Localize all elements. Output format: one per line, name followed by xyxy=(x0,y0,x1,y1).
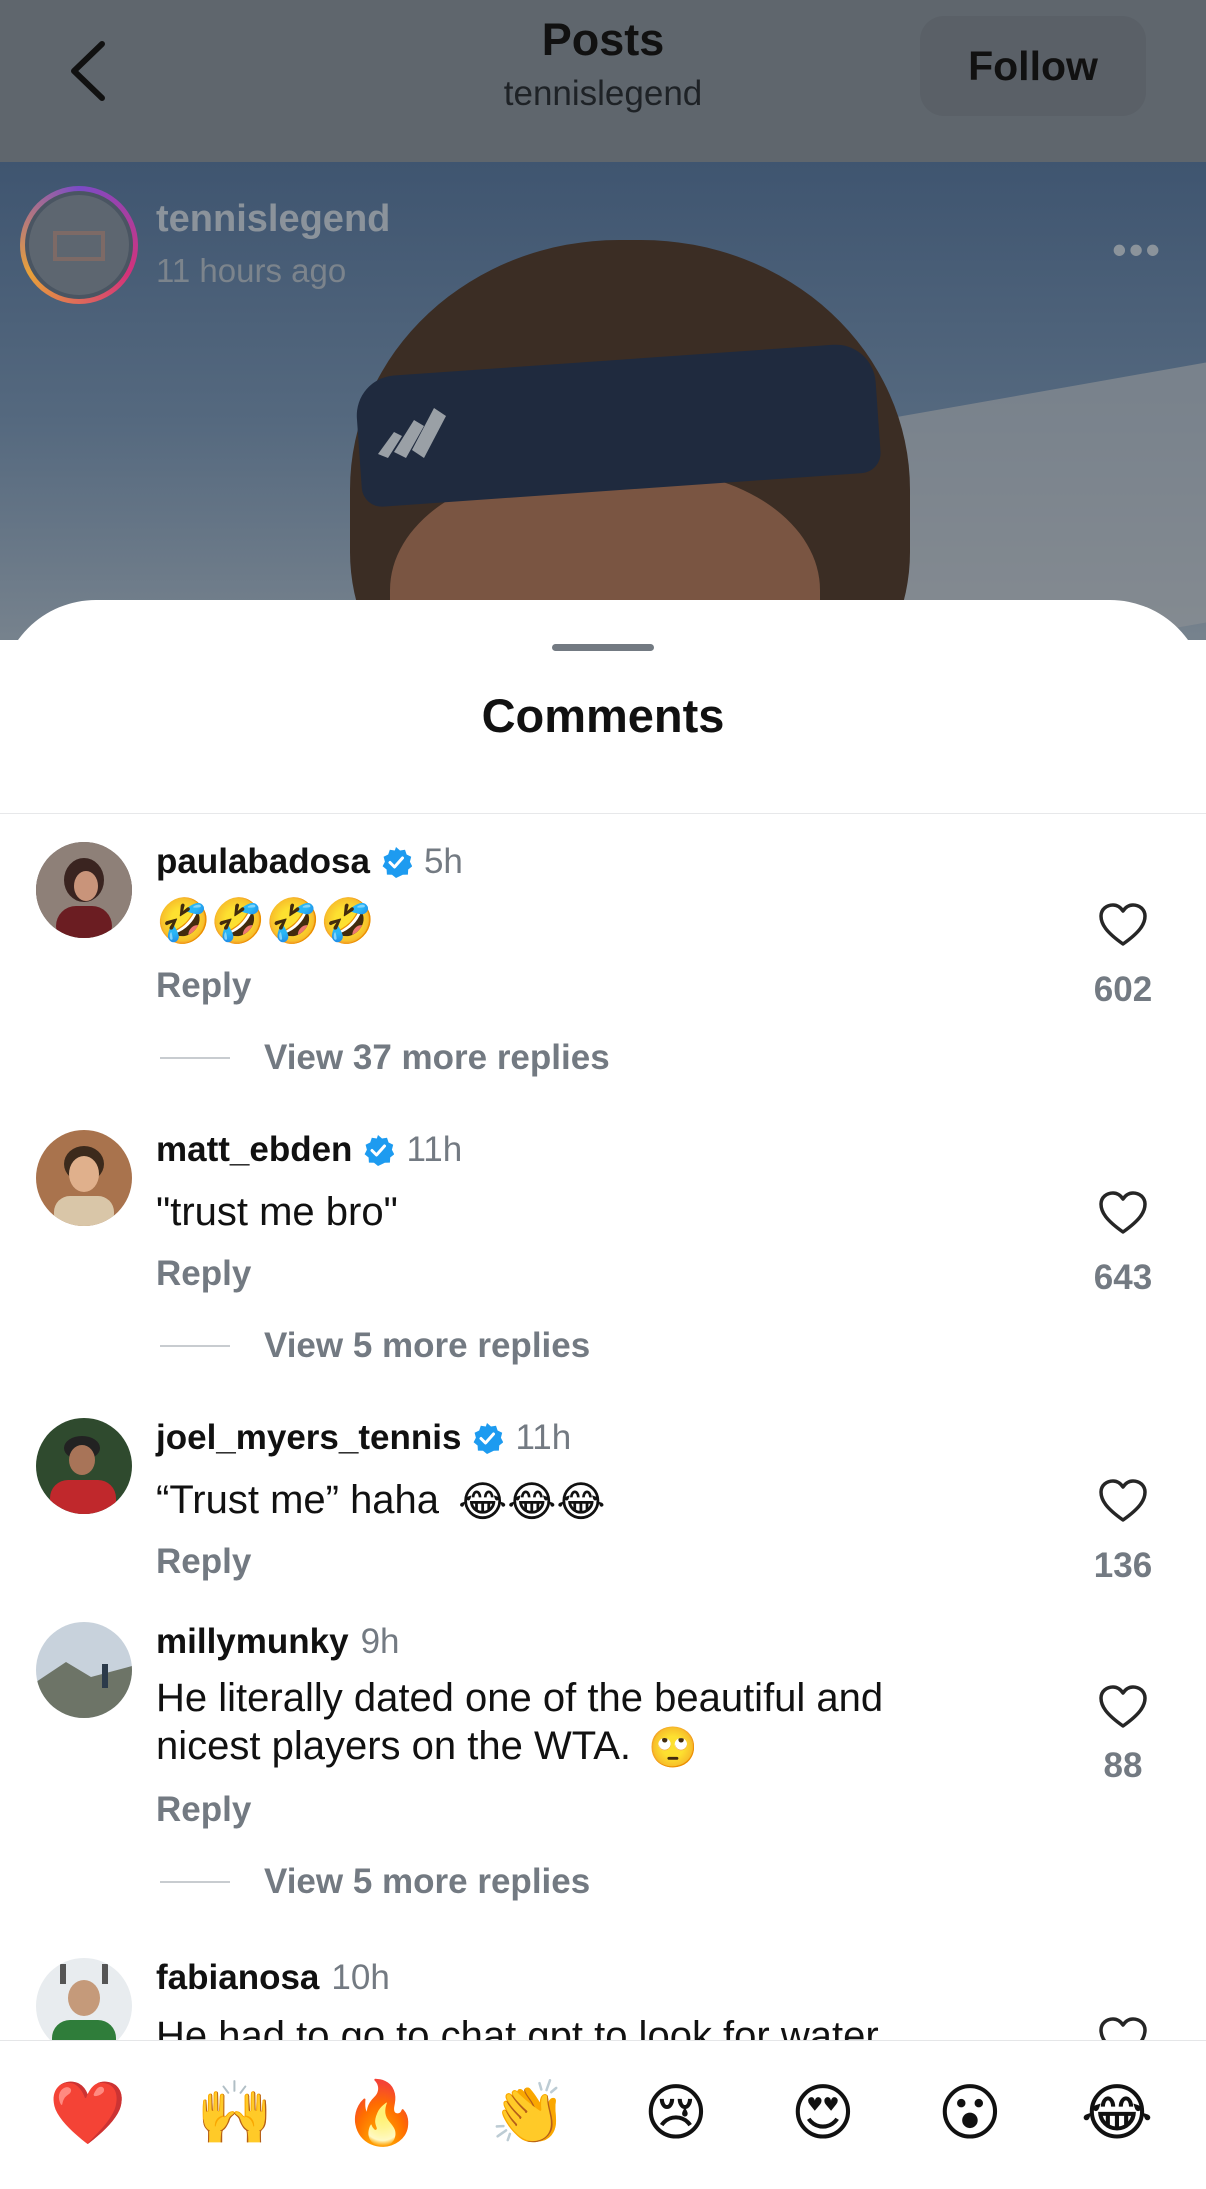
reaction-laughing-icon[interactable]: 😂 xyxy=(1077,2073,1157,2153)
comment-username[interactable]: joel_myers_tennis xyxy=(156,1418,461,1458)
reaction-raised-hands-icon[interactable]: 🙌 xyxy=(195,2073,275,2153)
headband-logo xyxy=(378,408,446,458)
avatar[interactable] xyxy=(36,1958,132,2040)
comment-text: “Trust me” haha 😂😂😂 xyxy=(156,1476,605,1526)
comment-username[interactable]: fabianosa xyxy=(156,1958,319,1998)
heart-like-icon[interactable] xyxy=(1098,1190,1148,1236)
reply-button[interactable]: Reply xyxy=(156,1790,251,1830)
comment-timestamp: 9h xyxy=(360,1622,400,1661)
like-count: 88 xyxy=(1103,1746,1143,1785)
view-more-replies[interactable]: View 37 more replies xyxy=(160,1038,610,1078)
comment-text-words: nicest players on the WTA. xyxy=(156,1724,631,1768)
comment-timestamp: 11h xyxy=(406,1130,463,1169)
comment-text-line: He literally dated one of the beautiful … xyxy=(156,1676,884,1720)
post-author-avatar[interactable] xyxy=(20,186,138,304)
reaction-crying-icon[interactable]: 😢 xyxy=(636,2073,716,2153)
view-more-replies[interactable]: View 5 more replies xyxy=(160,1862,590,1902)
reply-button[interactable]: Reply xyxy=(156,966,251,1006)
sheet-grabber-handle[interactable] xyxy=(552,644,654,651)
laughing-emoji-icon: 😂😂😂 xyxy=(458,1477,606,1527)
divider xyxy=(0,813,1206,814)
comment-username[interactable]: millymunky xyxy=(156,1622,349,1662)
replies-line xyxy=(160,1057,230,1059)
heart-like-icon[interactable] xyxy=(1098,902,1148,948)
view-more-replies-label: View 37 more replies xyxy=(264,1038,610,1077)
replies-line xyxy=(160,1881,230,1883)
comment-timestamp: 11h xyxy=(515,1418,572,1457)
heart-like-icon[interactable] xyxy=(1098,1684,1148,1730)
top-navigation-bar: Posts tennislegend Follow xyxy=(0,0,1206,162)
comment-username[interactable]: paulabadosa xyxy=(156,842,370,882)
heart-like-icon[interactable] xyxy=(1098,1478,1148,1524)
view-more-replies[interactable]: View 5 more replies xyxy=(160,1326,590,1366)
comment-text: He had to go to chat gpt to look for wat… xyxy=(156,2014,879,2040)
post-timestamp: 11 hours ago xyxy=(156,252,347,289)
verified-badge-icon xyxy=(382,847,412,878)
view-more-replies-label: View 5 more replies xyxy=(264,1326,591,1365)
comment-text: "trust me bro" xyxy=(156,1190,398,1234)
avatar[interactable] xyxy=(36,1418,132,1514)
comment-text: He literally dated one of the beautiful … xyxy=(156,1674,883,1772)
heart-like-icon[interactable] xyxy=(1098,2016,1148,2040)
comment-item: fabianosa 10h He had to go to chat gpt t… xyxy=(0,1958,1206,2040)
view-more-replies-label: View 5 more replies xyxy=(264,1862,591,1901)
verified-badge-icon xyxy=(365,1135,395,1166)
reply-button[interactable]: Reply xyxy=(156,1254,251,1294)
emoji-reaction-bar: ❤️ 🙌 🔥 👏 😢 😍 😮 😂 xyxy=(0,2040,1206,2189)
comment-text-words: “Trust me” haha xyxy=(156,1478,440,1522)
avatar[interactable] xyxy=(36,1622,132,1718)
reaction-clapping-icon[interactable]: 👏 xyxy=(489,2073,569,2153)
comments-title: Comments xyxy=(481,689,725,742)
eye-roll-emoji-icon: 🙄 xyxy=(648,1725,698,1772)
comment-text-line: nicest players on the WTA. 🙄 xyxy=(156,1722,883,1772)
like-count: 602 xyxy=(1093,970,1153,1009)
comment-text: 🤣🤣🤣🤣 xyxy=(156,896,376,947)
verified-badge-icon xyxy=(474,1423,504,1454)
comment-username[interactable]: matt_ebden xyxy=(156,1130,352,1170)
reaction-surprised-icon[interactable]: 😮 xyxy=(930,2073,1010,2153)
avatar[interactable] xyxy=(36,1130,132,1226)
comment-timestamp: 5h xyxy=(423,842,463,881)
reaction-fire-icon[interactable]: 🔥 xyxy=(342,2073,422,2153)
follow-button[interactable]: Follow xyxy=(920,16,1146,116)
more-options-icon[interactable]: ••• xyxy=(1112,226,1162,274)
reply-button[interactable]: Reply xyxy=(156,1542,251,1582)
post-author-username[interactable]: tennislegend xyxy=(156,198,390,241)
comment-timestamp: 10h xyxy=(331,1958,390,1997)
replies-line xyxy=(160,1345,230,1347)
like-count: 136 xyxy=(1093,1546,1153,1585)
comments-sheet xyxy=(0,600,1206,2188)
like-count: 643 xyxy=(1093,1258,1153,1297)
avatar[interactable] xyxy=(36,842,132,938)
reaction-heart-eyes-icon[interactable]: 😍 xyxy=(783,2073,863,2153)
reaction-heart-icon[interactable]: ❤️ xyxy=(48,2073,128,2153)
